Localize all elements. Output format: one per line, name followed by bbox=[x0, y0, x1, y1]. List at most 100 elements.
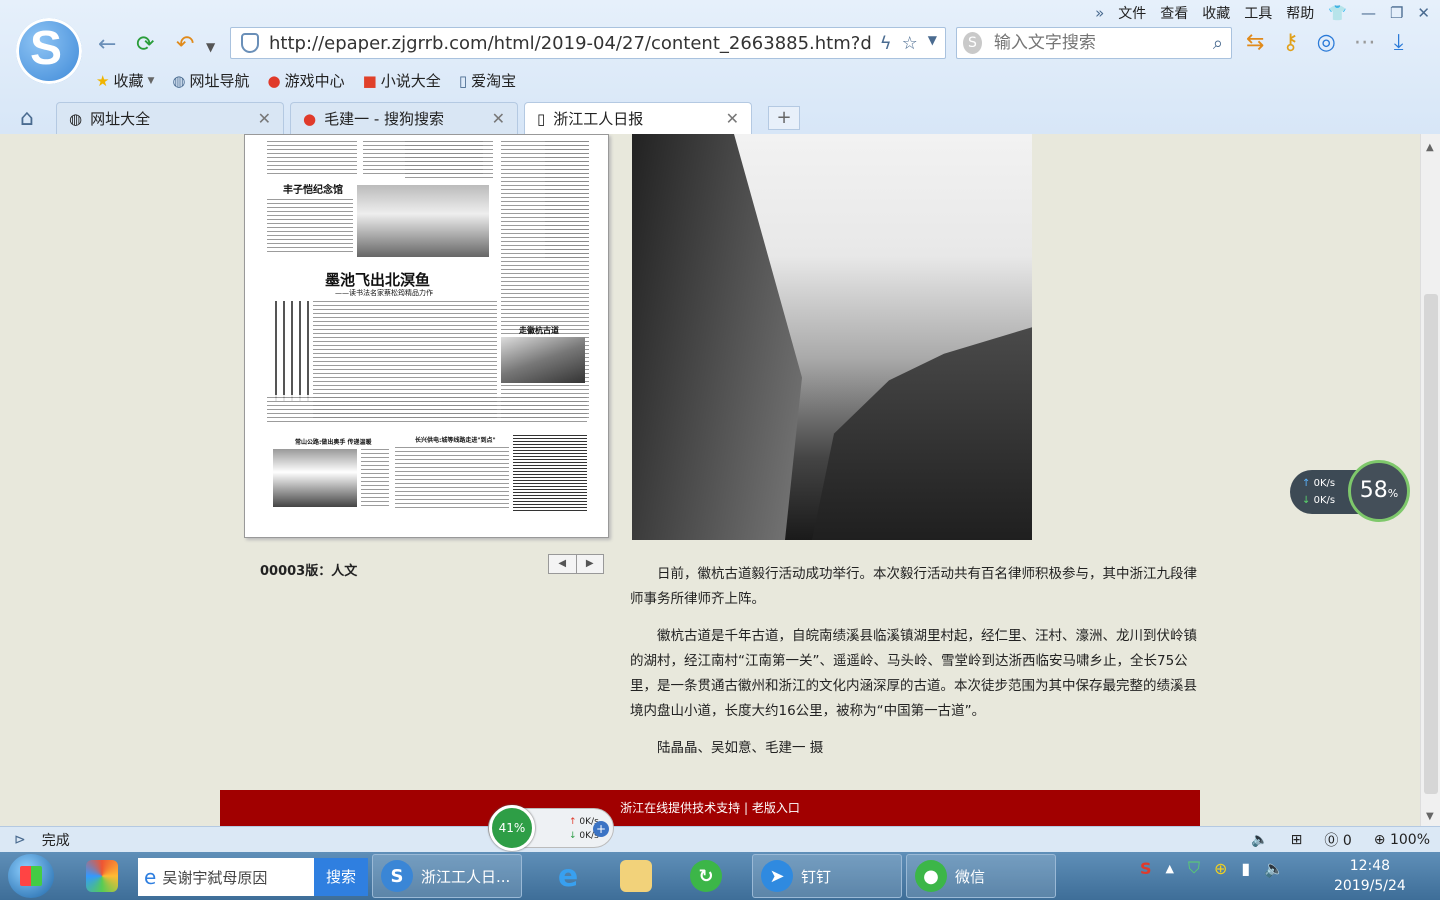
bookmark-novels[interactable]: ■ 小说大全 bbox=[363, 70, 441, 91]
adblock-count: 0 bbox=[1342, 832, 1352, 849]
sync-icon[interactable]: ⇆ bbox=[1246, 30, 1264, 55]
close-icon[interactable]: ✕ bbox=[1417, 4, 1430, 22]
tab-sogou-search[interactable]: ● 毛建一 - 搜狗搜索 ✕ bbox=[290, 102, 518, 134]
adblock-counter[interactable]: ⓪ 0 bbox=[1324, 830, 1351, 850]
page-content: 丰子恺纪念馆 墨池飞出北溟鱼 ——读书法名家蔡松筠精品力作 走徽杭古道 常山公路… bbox=[0, 134, 1420, 826]
menu-help[interactable]: 帮助 bbox=[1286, 3, 1314, 23]
address-dropdown-icon[interactable]: ▼ bbox=[928, 33, 937, 54]
expand-icon[interactable]: » bbox=[1095, 4, 1104, 22]
app-icon-360[interactable] bbox=[86, 860, 118, 892]
edition-label: 00003版：人文 bbox=[260, 564, 358, 579]
menu-view[interactable]: 查看 bbox=[1160, 3, 1188, 23]
star-icon: ★ bbox=[96, 71, 110, 90]
taskbar-search-input[interactable]: e 吴谢宇弑母原因 bbox=[138, 858, 314, 896]
taskbar-item-ie[interactable]: e bbox=[544, 854, 592, 898]
text-column bbox=[405, 139, 493, 179]
lightning-icon[interactable]: ϟ bbox=[880, 33, 892, 54]
start-button[interactable] bbox=[8, 854, 54, 898]
text-column bbox=[545, 139, 589, 259]
plus-circle-icon[interactable]: ⊕ bbox=[1214, 859, 1227, 878]
bookmark-nav[interactable]: ◍ 网址导航 bbox=[172, 70, 249, 91]
tab-zjgrrb[interactable]: ▯ 浙江工人日报 ✕ bbox=[524, 102, 752, 134]
taskbar-search-button[interactable]: 搜索 bbox=[314, 858, 368, 896]
bookmark-games[interactable]: ● 游戏中心 bbox=[268, 70, 345, 91]
article-paragraph: 日前，徽杭古道毅行活动成功举行。本次毅行活动共有百名律师积极参与，其中浙江九段律… bbox=[630, 566, 1197, 607]
taskbar-item-browser[interactable]: S 浙江工人日... bbox=[372, 854, 522, 898]
sogou-browser-logo[interactable]: S bbox=[16, 18, 82, 84]
new-tab-button[interactable]: + bbox=[768, 106, 800, 130]
newspaper-thumbnail[interactable]: 丰子恺纪念馆 墨池飞出北溟鱼 ——读书法名家蔡松筠精品力作 走徽杭古道 常山公路… bbox=[244, 134, 609, 538]
memory-widget[interactable]: 41% ↑ 0K/s ↓ 0K/s + bbox=[488, 805, 614, 851]
speaker-icon[interactable]: 🔈 bbox=[1264, 859, 1284, 878]
more-icon[interactable]: ⋯ bbox=[1354, 30, 1376, 55]
network-speed-widget[interactable]: ↑ 0K/s ↓ 0K/s 58% bbox=[1290, 460, 1410, 522]
menu-file[interactable]: 文件 bbox=[1118, 3, 1146, 23]
refresh-circle-icon: ↻ bbox=[690, 860, 722, 892]
search-box[interactable]: S ⌕ bbox=[956, 27, 1232, 59]
home-icon[interactable]: ⌂ bbox=[20, 106, 34, 131]
bookmark-taobao[interactable]: ▯ 爱淘宝 bbox=[459, 70, 516, 91]
security-shield-icon[interactable]: ⛉ bbox=[1188, 858, 1200, 878]
undo-icon[interactable]: ↶ bbox=[176, 32, 194, 57]
tray-expand-icon[interactable]: ▲ bbox=[1166, 862, 1174, 875]
taskbar-item-360[interactable]: ↻ bbox=[682, 854, 730, 898]
clock[interactable]: 12:48 2019/5/24 bbox=[1334, 856, 1406, 896]
star-icon[interactable]: ☆ bbox=[902, 33, 918, 54]
undo-dropdown-icon[interactable]: ▼ bbox=[206, 40, 215, 54]
tab-close-icon[interactable]: ✕ bbox=[258, 109, 271, 128]
tab-close-icon[interactable]: ✕ bbox=[492, 109, 505, 128]
prev-page-button[interactable]: ◀ bbox=[549, 555, 577, 573]
page-icon: ▯ bbox=[537, 109, 546, 128]
bookmark-label: 游戏中心 bbox=[284, 72, 345, 90]
tab-label: 浙江工人日报 bbox=[553, 110, 644, 128]
next-page-button[interactable]: ▶ bbox=[577, 555, 604, 573]
window-icon[interactable]: ⊞ bbox=[1291, 832, 1303, 848]
arrow-up-icon: ↑ bbox=[569, 817, 577, 827]
scroll-thumb[interactable] bbox=[1424, 294, 1438, 794]
download-icon[interactable]: ⤓ bbox=[1394, 30, 1404, 55]
sogou-icon: ● bbox=[267, 71, 281, 90]
skin-icon[interactable]: 👕 bbox=[1328, 4, 1347, 22]
bookmark-favorites[interactable]: ★ 收藏 ▼ bbox=[96, 70, 154, 91]
sogou-ime-icon[interactable]: S bbox=[1140, 859, 1152, 878]
taskbar-item-dingtalk[interactable]: ➤ 钉钉 bbox=[752, 854, 902, 898]
address-bar[interactable]: http://epaper.zjgrrb.com/html/2019-04/27… bbox=[230, 27, 946, 59]
restore-icon[interactable]: ❐ bbox=[1390, 4, 1403, 22]
volume-icon[interactable]: 🔈 bbox=[1251, 832, 1268, 848]
minimize-icon[interactable]: — bbox=[1361, 4, 1376, 22]
network-signal-icon[interactable]: ▮ bbox=[1241, 859, 1250, 878]
system-tray: S ▲ ⛉ ⊕ ▮ 🔈 bbox=[1140, 858, 1284, 878]
status-bar: ⊳ 完成 🔈 ⊞ ⓪ 0 ⊕ 100% bbox=[0, 826, 1440, 852]
back-icon[interactable]: ← bbox=[98, 32, 116, 57]
taskbar-item-wechat[interactable]: ● 微信 bbox=[906, 854, 1056, 898]
screenshot-icon[interactable]: ◎ bbox=[1317, 30, 1336, 55]
footer-bar[interactable]: 浙江在线提供技术支持 | 老版入口 bbox=[220, 790, 1200, 826]
tab-close-icon[interactable]: ✕ bbox=[726, 109, 739, 128]
scroll-up-icon[interactable]: ▲ bbox=[1426, 142, 1434, 153]
magnifier-icon[interactable]: ⌕ bbox=[1213, 33, 1223, 54]
text-column bbox=[267, 139, 357, 175]
key-icon[interactable]: ⚷ bbox=[1282, 30, 1298, 55]
headline-calligraphy: 墨池飞出北溟鱼 bbox=[325, 271, 431, 289]
plus-icon[interactable]: + bbox=[593, 821, 609, 837]
refresh-icon[interactable]: ⟳ bbox=[136, 32, 154, 57]
taskbar-item-explorer[interactable] bbox=[612, 854, 660, 898]
menu-tools[interactable]: 工具 bbox=[1244, 3, 1272, 23]
globe-icon: ◍ bbox=[172, 71, 186, 90]
dingtalk-icon: ➤ bbox=[761, 860, 793, 892]
taskbar-item-label: 微信 bbox=[955, 867, 986, 886]
zoom-control[interactable]: ⊕ 100% bbox=[1374, 832, 1430, 848]
scroll-down-icon[interactable]: ▼ bbox=[1426, 811, 1434, 822]
tab-url-daquan[interactable]: ◍ 网址大全 ✕ bbox=[56, 102, 284, 134]
url-text[interactable]: http://epaper.zjgrrb.com/html/2019-04/27… bbox=[269, 33, 880, 54]
sidebar-toggle-icon[interactable]: ⊳ bbox=[14, 832, 26, 848]
menu-favorites[interactable]: 收藏 bbox=[1202, 3, 1230, 23]
vertical-scrollbar[interactable]: ▲ ▼ bbox=[1420, 134, 1440, 826]
headline-road: 常山公路:做出奥手 传递温暖 bbox=[295, 439, 372, 446]
taskbar-search: e 吴谢宇弑母原因 搜索 bbox=[138, 858, 368, 896]
text-column bbox=[361, 447, 389, 509]
search-input[interactable] bbox=[993, 33, 1213, 53]
subhead-calligraphy: ——读书法名家蔡松筠精品力作 bbox=[335, 289, 433, 297]
menu-bar: » 文件 查看 收藏 工具 帮助 👕 — ❐ ✕ bbox=[1095, 2, 1430, 24]
sogou-search-icon: S bbox=[963, 32, 982, 54]
